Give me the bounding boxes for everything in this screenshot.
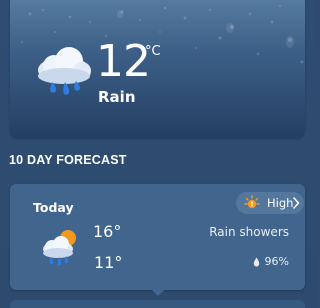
chevron-right-icon: [293, 197, 300, 209]
forecast-low-temp: 11°: [94, 253, 123, 272]
uv-alert-badge[interactable]: High: [236, 192, 304, 214]
weather-panel: 12 °C Rain 10 DAY FORECAST Today 16° 11°: [0, 0, 315, 308]
current-weather-card[interactable]: 12 °C Rain: [10, 0, 305, 138]
rain-cloud-icon: [38, 47, 91, 95]
current-temperature: 12: [96, 36, 151, 87]
forecast-section-title: 10 DAY FORECAST: [9, 153, 127, 167]
next-forecast-card[interactable]: [10, 300, 305, 308]
forecast-high-temp: 16°: [93, 222, 122, 241]
forecast-condition: Rain showers: [209, 225, 289, 239]
temperature-unit[interactable]: °C: [145, 45, 161, 59]
forecast-day-card[interactable]: Today 16° 11° High Rain showers 96%: [10, 184, 305, 290]
forecast-day-label: Today: [33, 200, 74, 215]
uv-alert-label: High: [267, 196, 294, 210]
sun-alert-icon: [244, 195, 260, 209]
raindrop-icon: [253, 257, 259, 266]
current-condition: Rain: [98, 88, 136, 106]
precipitation-value: 96%: [264, 255, 289, 268]
card-pointer: [152, 290, 164, 296]
precipitation-chance: 96%: [253, 255, 289, 268]
sun-cloud-rain-icon: [43, 230, 76, 266]
